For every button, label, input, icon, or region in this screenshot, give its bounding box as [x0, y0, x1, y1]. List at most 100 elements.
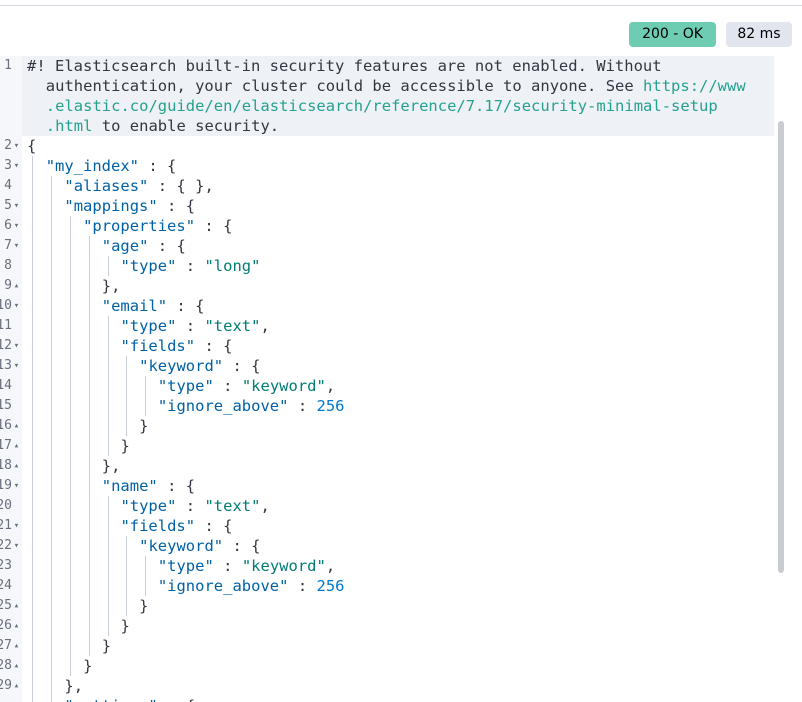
fold-open-icon[interactable]: ▾ [12, 156, 21, 176]
line-number: 29 [0, 678, 12, 693]
code-line: 21 ▾ "fields" : { [0, 516, 774, 536]
code-text: "mappings" : { [64, 197, 196, 215]
code-line: 12 ▾ "fields" : { [0, 336, 774, 356]
fold-open-icon[interactable]: ▾ [12, 516, 21, 536]
line-number: 12 [0, 338, 12, 353]
code-text: "ignore_above" : 256 [157, 577, 345, 595]
line-number: 3 [4, 158, 12, 173]
code-text: "email" : { [101, 297, 205, 315]
code-text: "fields" : { [120, 517, 233, 535]
line-number: 13 [0, 358, 12, 373]
code-line: 6 ▾ "properties" : { [0, 216, 774, 236]
fold-close-icon[interactable]: ▴ [12, 676, 21, 696]
comment-line: authentication, your cluster could be ac… [0, 76, 774, 96]
comment-line: 1 #! Elasticsearch built-in security feat… [0, 56, 774, 76]
line-number: 20 [0, 498, 12, 513]
code-text: "fields" : { [120, 337, 233, 355]
code-text: "settings" : { [27, 696, 195, 702]
indent-guide [126, 356, 128, 436]
line-number: 11 [0, 318, 12, 333]
indent-guide [107, 496, 109, 636]
fold-close-icon[interactable]: ▴ [12, 636, 21, 656]
code-text: "ignore_above" : 256 [157, 397, 345, 415]
indent-guide [145, 376, 147, 416]
fold-open-icon[interactable]: ▾ [12, 536, 21, 556]
line-number: 15 [0, 398, 12, 413]
fold-open-icon[interactable]: ▾ [12, 476, 21, 496]
fold-open-icon[interactable]: ▾ [12, 336, 21, 356]
code-text: "name" : { [101, 477, 196, 495]
code-line: 17 ▴ } [0, 436, 774, 456]
code-text: "my_index" : { [45, 157, 177, 175]
code-text: "keyword" : { [139, 537, 261, 555]
line-number: 1 [4, 58, 12, 73]
code-line: 26 ▴ } [0, 616, 774, 636]
line-number: 24 [0, 578, 12, 593]
line-number: 18 [0, 458, 12, 473]
code-text: "type" : "text", [120, 317, 270, 335]
comment-text: .html to enable security. [45, 117, 280, 135]
fold-close-icon[interactable]: ▴ [12, 436, 21, 456]
code-line: 2 ▾ { [0, 136, 774, 156]
code-text: } [139, 417, 149, 435]
code-line: 3 ▾ "my_index" : { [0, 156, 774, 176]
response-editor[interactable]: 1 #! Elasticsearch built-in security feat… [0, 56, 802, 702]
line-number: 4 [4, 178, 12, 193]
code-text: } [139, 597, 149, 615]
code-line: 11 "type" : "text", [0, 316, 774, 336]
code-line: 7 ▾ "age" : { [0, 236, 774, 256]
code-line: 10 ▾ "email" : { [0, 296, 774, 316]
line-number: 26 [0, 618, 12, 633]
fold-open-icon[interactable]: ▾ [12, 296, 21, 316]
comment-line: .html to enable security. [0, 116, 774, 136]
top-divider [0, 5, 802, 6]
indent-guide [126, 536, 128, 616]
status-code-badge: 200 - OK [629, 22, 716, 47]
indent-guide [107, 316, 109, 456]
code-line: 5 ▾ "mappings" : { [0, 196, 774, 216]
indent-guide [107, 256, 109, 276]
response-time-badge: 82 ms [726, 22, 792, 47]
code-text: "type" : "keyword", [157, 557, 336, 575]
fold-close-icon[interactable]: ▴ [12, 656, 21, 676]
line-number: 17 [0, 438, 12, 453]
fold-close-icon[interactable]: ▴ [12, 416, 21, 436]
indent-guide [51, 176, 53, 702]
code-line: 14 "type" : "keyword", [0, 376, 774, 396]
fold-close-icon[interactable]: ▴ [12, 276, 21, 296]
line-number: 27 [0, 638, 12, 653]
fold-open-icon[interactable]: ▾ [12, 236, 21, 256]
line-number: 21 [0, 518, 12, 533]
fold-open-icon[interactable]: ▾ [12, 696, 21, 702]
line-number: 9 [4, 278, 12, 293]
line-number: 6 [4, 218, 12, 233]
line-number: 23 [0, 558, 12, 573]
fold-open-icon[interactable]: ▾ [12, 136, 21, 156]
fold-close-icon[interactable]: ▴ [12, 616, 21, 636]
fold-close-icon[interactable]: ▴ [12, 596, 21, 616]
code-text: } [120, 437, 130, 455]
fold-close-icon[interactable]: ▴ [12, 456, 21, 476]
code-line: 15 "ignore_above" : 256 [0, 396, 774, 416]
vertical-scrollbar[interactable] [778, 121, 784, 573]
line-number: 10 [0, 298, 12, 313]
line-number: 14 [0, 378, 12, 393]
code-line: 18 ▴ }, [0, 456, 774, 476]
fold-open-icon[interactable]: ▾ [12, 216, 21, 236]
code-line: 20 "type" : "text", [0, 496, 774, 516]
indent-guide [88, 236, 90, 656]
indent-guide [145, 556, 147, 596]
line-number: 25 [0, 598, 12, 613]
code-line: 9 ▴ }, [0, 276, 774, 296]
code-line: 23 "type" : "keyword", [0, 556, 774, 576]
fold-open-icon[interactable]: ▾ [12, 356, 21, 376]
code-text: }, [64, 677, 84, 695]
code-line: 27 ▴ } [0, 636, 774, 656]
indent-guide [70, 216, 71, 676]
fold-open-icon[interactable]: ▾ [12, 196, 21, 216]
line-number: 22 [0, 538, 12, 553]
comment-text: #! Elasticsearch built-in security featu… [27, 57, 662, 75]
code-text: "properties" : { [83, 217, 233, 235]
code-line: 8 "type" : "long" [0, 256, 774, 276]
line-number: 8 [4, 258, 12, 273]
